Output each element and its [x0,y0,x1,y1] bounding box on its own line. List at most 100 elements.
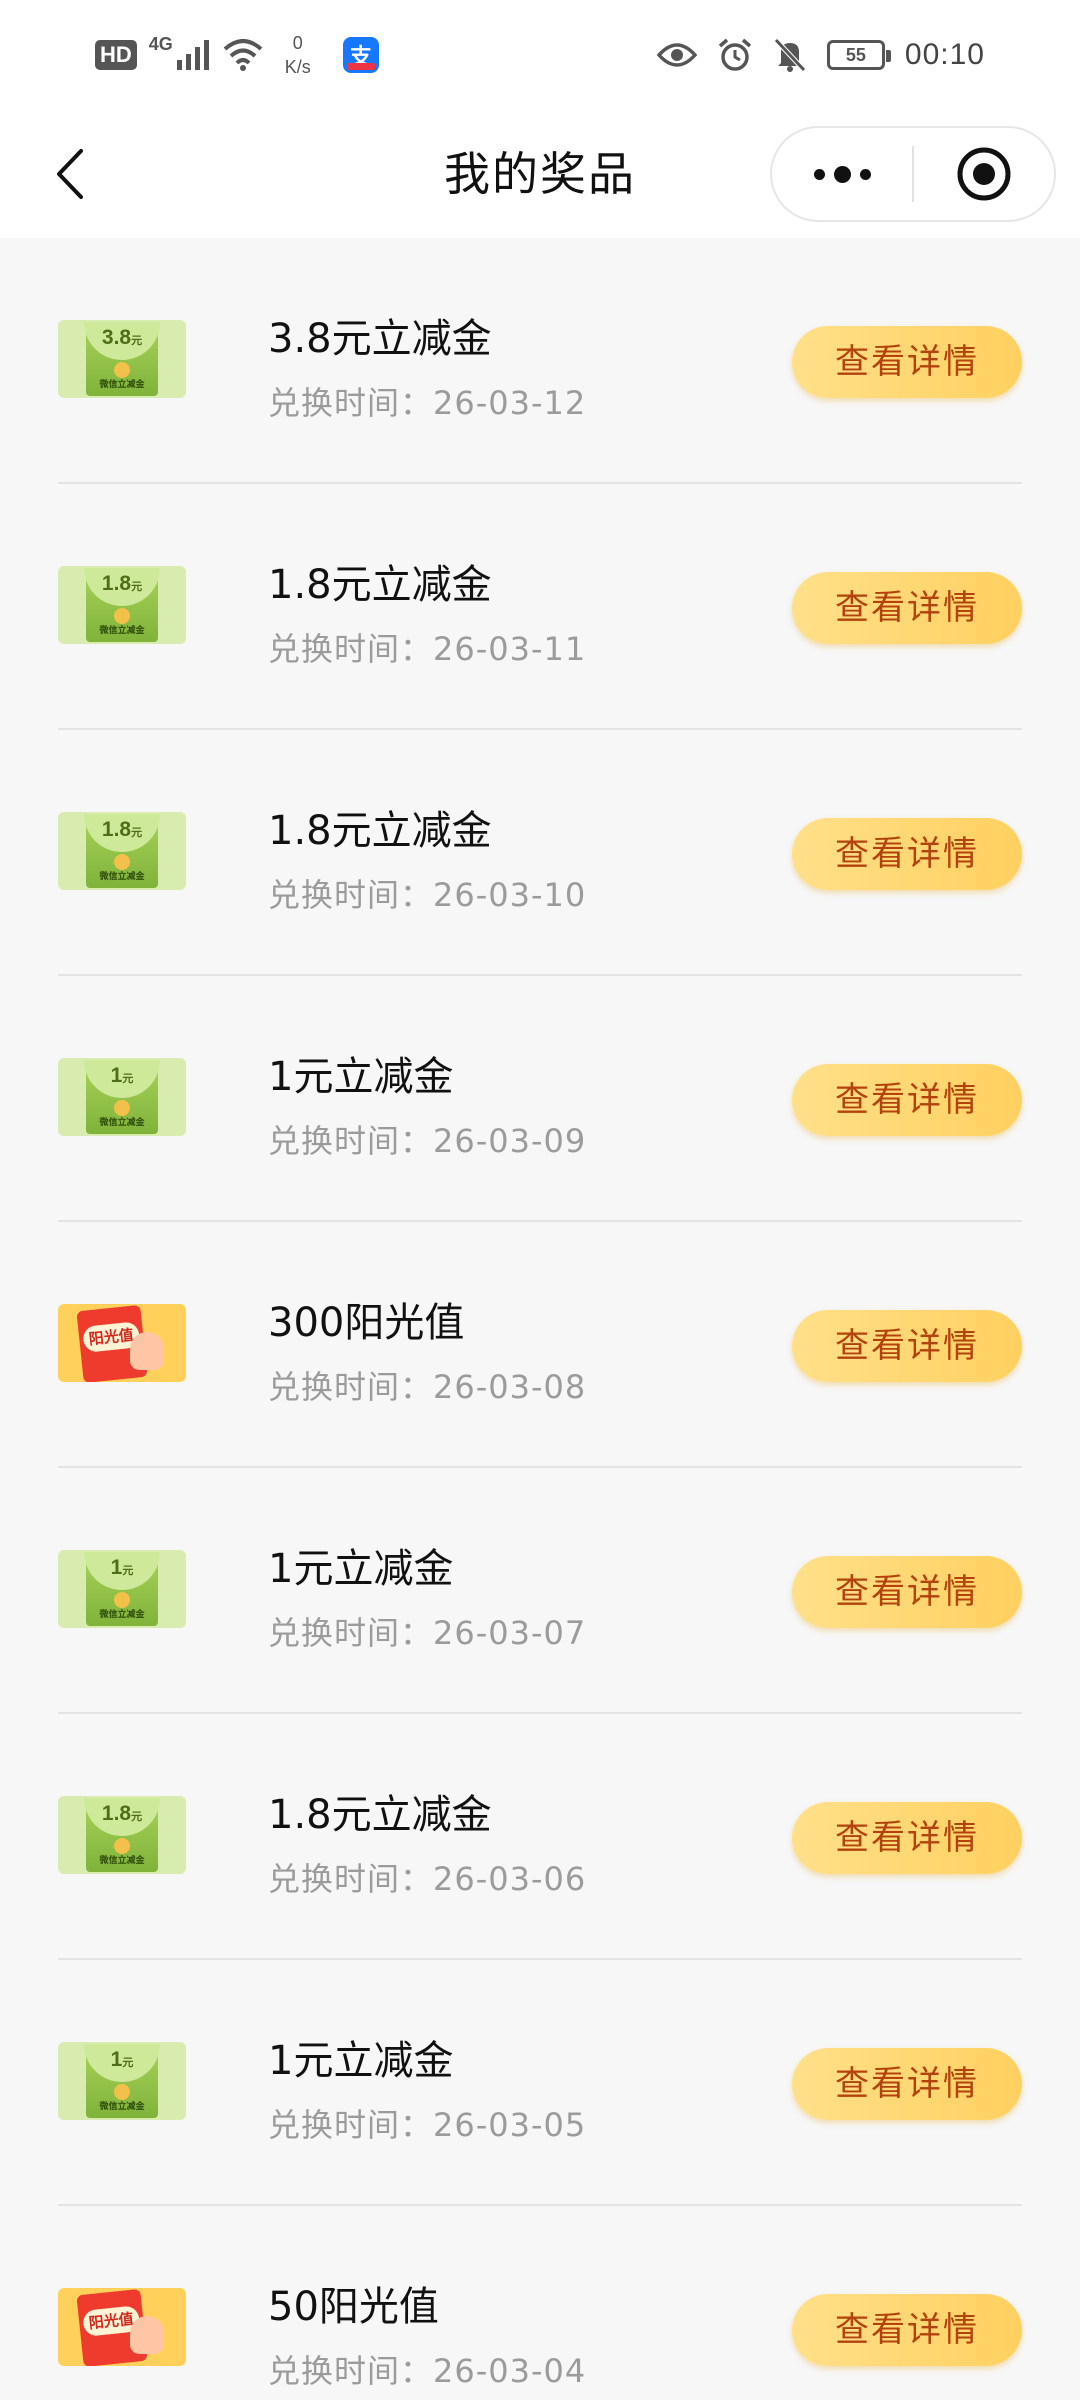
red-envelope-icon: 1.8元 微信立减金 [84,814,160,888]
prize-row: 3.8元 微信立减金 3.8元立减金 兑换时间：26-03-12 查看详情 [0,238,1080,484]
speed-unit: K/s [284,57,311,77]
redeem-time-value: 26-03-06 [433,1860,587,1898]
coupon-unit: 元 [122,1073,134,1085]
redeem-time-value: 26-03-08 [433,1368,587,1406]
battery-indicator: 55 [826,40,891,70]
coupon-unit: 元 [122,1565,134,1577]
close-miniprogram-button[interactable] [914,128,1054,220]
more-button[interactable] [772,128,912,220]
redeem-time: 兑换时间：26-03-10 [268,870,586,916]
coupon-thumbnail: 1.8元 微信立减金 [58,1796,186,1874]
coupon-amount: 3.8 [101,326,132,349]
coupon-unit: 元 [131,581,143,593]
hand-icon [130,1332,164,1370]
alipay-icon: 支 [342,37,379,73]
prize-title: 300阳光值 [268,1300,465,1346]
coupon-thumbnail: 1.8元 微信立减金 [58,566,186,644]
view-details-button[interactable]: 查看详情 [792,2048,1022,2120]
prize-row: 1元 微信立减金 1元立减金 兑换时间：26-03-07 查看详情 [0,1468,1080,1714]
redeem-time-label: 兑换时间： [268,1368,434,1406]
sunshine-thumbnail: 阳光值 [58,2288,186,2366]
nav-bar: 我的奖品 [0,110,1080,238]
coupon-caption: 微信立减金 [99,1118,145,1128]
prize-title: 1元立减金 [268,1054,454,1100]
sunshine-thumbnail: 阳光值 [58,1304,186,1382]
bell-off-icon [774,38,806,72]
red-envelope-icon: 1元 微信立减金 [84,1552,160,1626]
view-details-button[interactable]: 查看详情 [792,1310,1022,1382]
redeem-time-label: 兑换时间： [268,630,434,668]
coupon-amount: 1.8 [101,1802,132,1825]
coupon-thumbnail: 1元 微信立减金 [58,1550,186,1628]
prize-list: 3.8元 微信立减金 3.8元立减金 兑换时间：26-03-12 查看详情 1.… [0,238,1080,2400]
redeem-time-value: 26-03-07 [433,1614,587,1652]
redeem-time: 兑换时间：26-03-05 [268,2100,586,2146]
redeem-time-value: 26-03-04 [433,2352,587,2390]
coupon-amount: 1.8 [101,818,132,841]
prize-row: 1.8元 微信立减金 1.8元立减金 兑换时间：26-03-10 查看详情 [0,730,1080,976]
prize-title: 50阳光值 [268,2284,439,2330]
view-details-button[interactable]: 查看详情 [792,572,1022,644]
coupon-amount: 1 [110,1556,123,1579]
redeem-time-label: 兑换时间： [268,876,434,914]
coupon-caption: 微信立减金 [99,1856,145,1866]
prize-row: 1.8元 微信立减金 1.8元立减金 兑换时间：26-03-11 查看详情 [0,484,1080,730]
redeem-time-value: 26-03-10 [433,876,587,914]
hand-icon [130,2316,164,2354]
redeem-time-label: 兑换时间： [268,1122,434,1160]
coupon-caption: 微信立减金 [99,872,145,882]
prize-row: 1元 微信立减金 1元立减金 兑换时间：26-03-09 查看详情 [0,976,1080,1222]
redeem-time-label: 兑换时间： [268,1614,434,1652]
redeem-time-value: 26-03-09 [433,1122,587,1160]
redeem-time-value: 26-03-05 [433,2106,587,2144]
red-envelope-icon: 1.8元 微信立减金 [84,568,160,642]
status-right: 55 00:10 [656,30,985,80]
view-details-button[interactable]: 查看详情 [792,1064,1022,1136]
prize-row: 阳光值 300阳光值 兑换时间：26-03-08 查看详情 [0,1222,1080,1468]
redeem-time: 兑换时间：26-03-08 [268,1362,586,1408]
view-details-button[interactable]: 查看详情 [792,326,1022,398]
coupon-amount: 1 [110,1064,123,1087]
prize-title: 1.8元立减金 [268,808,492,854]
network-speed: 0 K/s [285,31,311,79]
coupon-unit: 元 [131,827,143,839]
coupon-unit: 元 [131,335,143,347]
redeem-time-value: 26-03-11 [433,630,587,668]
coupon-caption: 微信立减金 [99,626,145,636]
redeem-time: 兑换时间：26-03-07 [268,1608,586,1654]
redeem-time: 兑换时间：26-03-06 [268,1854,586,1900]
coupon-thumbnail: 1.8元 微信立减金 [58,812,186,890]
coupon-caption: 微信立减金 [99,2102,145,2112]
prize-row: 阳光值 50阳光值 兑换时间：26-03-04 查看详情 [0,2206,1080,2400]
coupon-amount: 1.8 [101,572,132,595]
coupon-unit: 元 [122,2057,134,2069]
network-type: 4G [148,33,173,54]
eye-icon [656,43,697,67]
miniprogram-capsule [770,126,1056,222]
status-left: HD 4G 0 K/s 支 [95,30,379,80]
signal-icon [176,40,209,70]
prize-title: 1元立减金 [268,1546,454,1592]
target-close-icon [957,147,1011,201]
prize-row: 1元 微信立减金 1元立减金 兑换时间：26-03-05 查看详情 [0,1960,1080,2206]
status-time: 00:10 [904,38,985,71]
coupon-amount: 1 [110,2048,123,2071]
view-details-button[interactable]: 查看详情 [792,1802,1022,1874]
alarm-icon [718,38,752,71]
more-dots-icon [813,165,871,183]
coupon-caption: 微信立减金 [99,1610,145,1620]
redeem-time-value: 26-03-12 [433,384,587,422]
red-envelope-icon: 1元 微信立减金 [84,2044,160,2118]
coupon-thumbnail: 3.8元 微信立减金 [58,320,186,398]
redeem-time: 兑换时间：26-03-11 [268,624,586,670]
coupon-thumbnail: 1元 微信立减金 [58,1058,186,1136]
view-details-button[interactable]: 查看详情 [792,818,1022,890]
wifi-icon [223,39,263,71]
prize-row: 1.8元 微信立减金 1.8元立减金 兑换时间：26-03-06 查看详情 [0,1714,1080,1960]
redeem-time-label: 兑换时间： [268,2106,434,2144]
view-details-button[interactable]: 查看详情 [792,1556,1022,1628]
view-details-button[interactable]: 查看详情 [792,2294,1022,2366]
red-envelope-icon: 3.8元 微信立减金 [84,322,160,396]
redeem-time: 兑换时间：26-03-12 [268,378,586,424]
redeem-time-label: 兑换时间： [268,384,434,422]
